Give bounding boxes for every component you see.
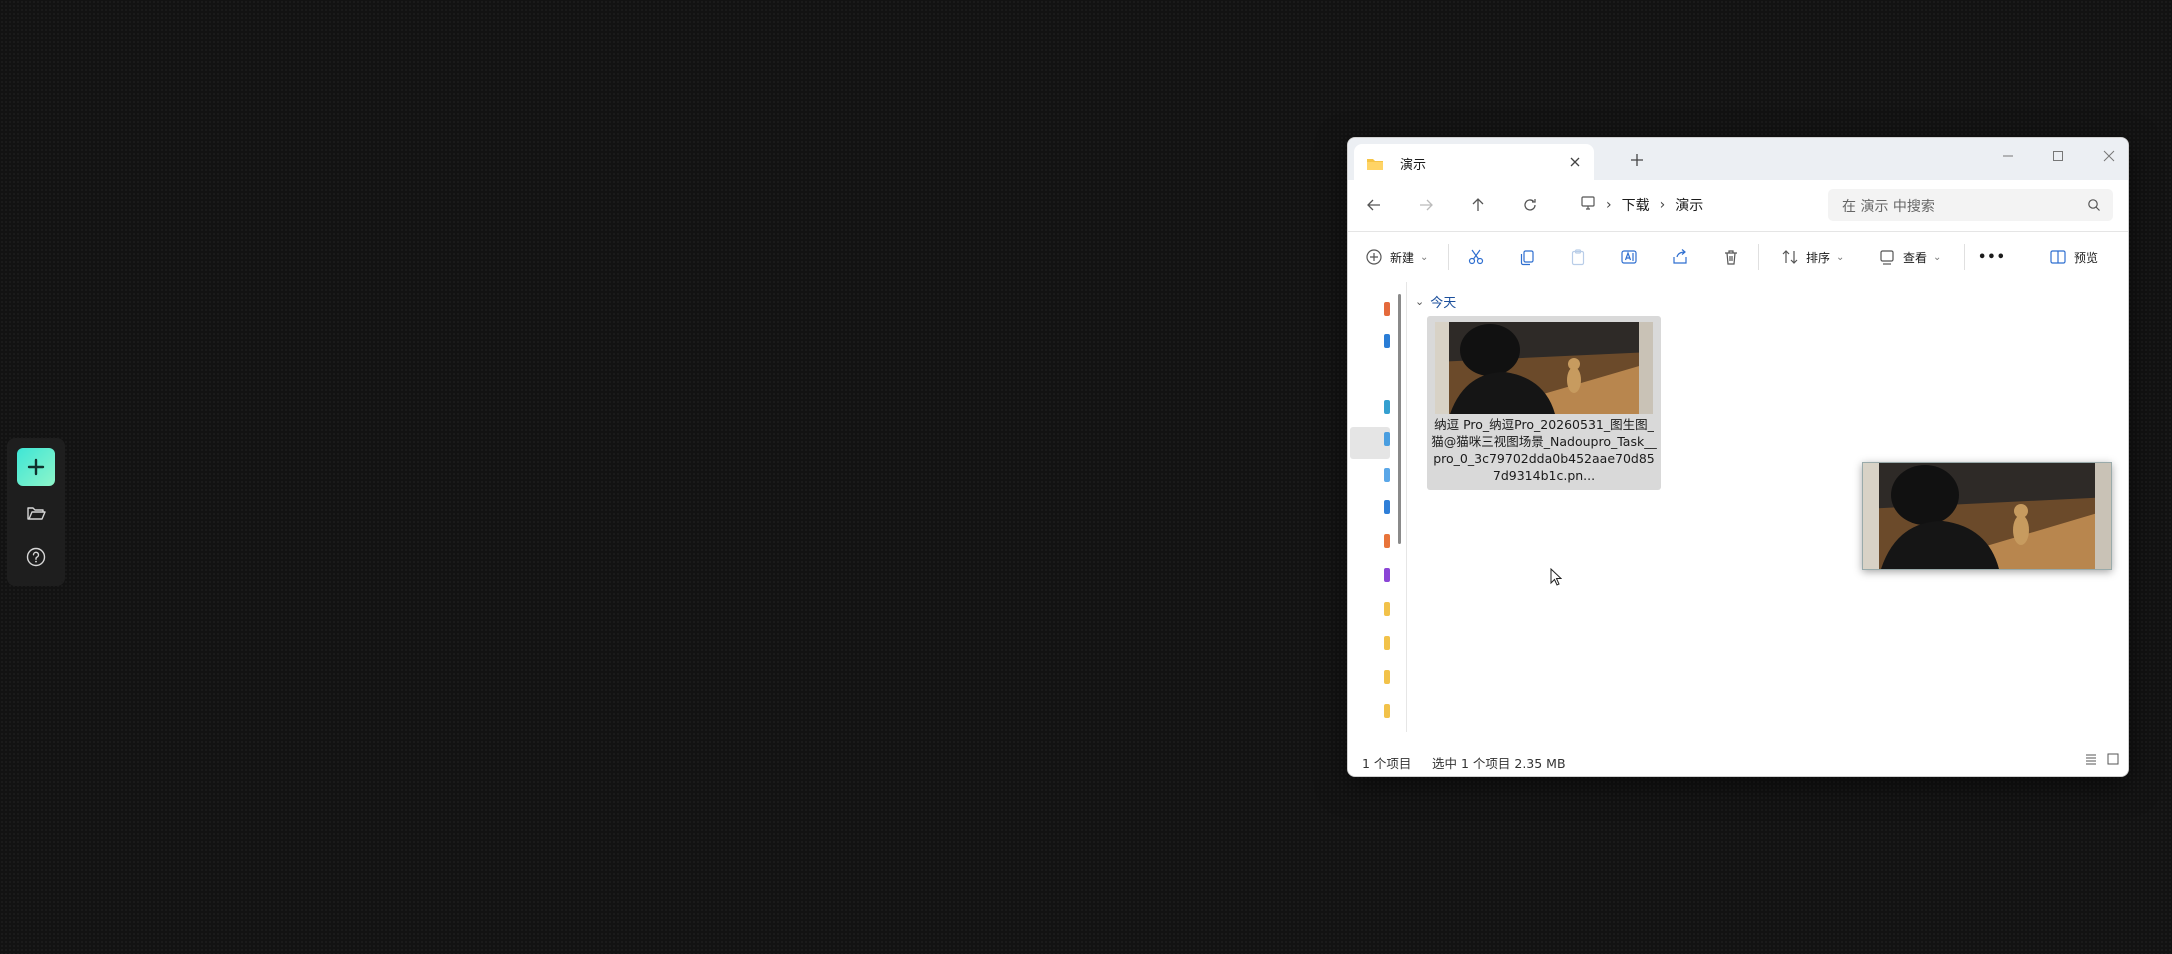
title-bar: 演示 — [1348, 138, 2128, 180]
pc-icon[interactable] — [1570, 195, 1606, 215]
list-view-icon — [2086, 754, 2096, 765]
sort-button[interactable]: 排序 ⌄ — [1780, 232, 1844, 282]
selection-info: 选中 1 个项目 2.35 MB — [1432, 756, 1566, 771]
help-button[interactable] — [17, 538, 55, 576]
folder-icon[interactable] — [1384, 704, 1390, 718]
new-tab-button[interactable] — [1630, 152, 1644, 171]
group-header-today[interactable]: ⌄ 今天 — [1415, 292, 1456, 311]
view-button[interactable]: 查看 ⌄ — [1877, 232, 1941, 282]
status-bar: 1 个项目 选中 1 个项目 2.35 MB — [1348, 744, 2128, 776]
chevron-down-icon: ⌄ — [1836, 251, 1845, 263]
arrow-left-icon — [1367, 199, 1380, 211]
help-circle-icon — [26, 547, 46, 567]
search-placeholder: 在 演示 中搜索 — [1842, 199, 1935, 215]
preview-label: 预览 — [2074, 250, 2099, 265]
preview-pane-icon — [2048, 247, 2068, 267]
share-button[interactable] — [1670, 232, 1690, 282]
large-icons-view-icon — [2107, 753, 2119, 765]
back-button[interactable] — [1362, 193, 1386, 217]
file-item[interactable]: 纳逗 Pro_纳逗Pro_20260531_图生图_猫@猫咪三视图场景_Nado… — [1427, 316, 1661, 490]
new-button[interactable] — [17, 448, 55, 486]
address-bar: › 下载 › 演示 在 演示 中搜索 — [1348, 180, 2128, 230]
divider — [1758, 244, 1759, 270]
copy-button[interactable] — [1517, 232, 1537, 282]
folder-open-icon — [27, 507, 46, 520]
folder-icon[interactable] — [1384, 636, 1390, 650]
chevron-down-icon: ⌄ — [1415, 295, 1425, 308]
maximize-icon — [2053, 151, 2063, 161]
arrow-up-icon — [1472, 198, 1484, 211]
rename-button[interactable] — [1619, 232, 1639, 282]
videos-icon[interactable] — [1384, 568, 1390, 582]
tiles-view-button[interactable] — [2106, 752, 2120, 769]
chevron-down-icon: ⌄ — [1420, 251, 1429, 263]
downloads-icon[interactable] — [1384, 432, 1390, 446]
chevron-down-icon: ⌄ — [1933, 251, 1942, 263]
close-tab-icon[interactable] — [1568, 154, 1582, 173]
divider — [1964, 244, 1965, 270]
view-label: 查看 — [1903, 250, 1928, 265]
more-options-button[interactable]: ••• — [1978, 232, 2006, 282]
copy-icon — [1517, 247, 1537, 267]
folder-icon — [1366, 156, 1384, 175]
file-name: 纳逗 Pro_纳逗Pro_20260531_图生图_猫@猫咪三视图场景_Nado… — [1431, 417, 1657, 483]
folder-icon[interactable] — [1384, 670, 1390, 684]
details-view-button[interactable] — [2084, 752, 2098, 769]
sort-label: 排序 — [1806, 250, 1831, 265]
search-input[interactable]: 在 演示 中搜索 — [1828, 189, 2113, 221]
divider — [1448, 244, 1449, 270]
home-icon[interactable] — [1384, 302, 1390, 316]
paste-button[interactable] — [1568, 232, 1588, 282]
maximize-button[interactable] — [2048, 146, 2068, 166]
more-label: ••• — [1978, 249, 2006, 265]
plus-icon — [27, 458, 45, 476]
rename-icon — [1619, 247, 1639, 267]
minimize-button[interactable] — [1998, 146, 2018, 166]
delete-button[interactable] — [1721, 232, 1741, 282]
file-explorer-window: 演示 › 下载 › 演示 在 演示 中搜索 新建 ⌄ 排序 ⌄ 查看 ⌄ •••… — [1347, 137, 2129, 777]
refresh-icon — [1524, 199, 1536, 211]
group-label: 今天 — [1430, 296, 1457, 311]
mouse-cursor-icon — [1550, 567, 1563, 590]
tab-title: 演示 — [1400, 158, 1427, 173]
breadcrumb-downloads[interactable]: 下载 — [1612, 195, 1660, 215]
scissors-icon — [1466, 247, 1486, 267]
new-menu-button[interactable]: 新建 ⌄ — [1364, 232, 1428, 282]
trash-icon — [1721, 247, 1741, 267]
open-folder-button[interactable] — [17, 494, 55, 532]
documents-icon[interactable] — [1384, 468, 1390, 482]
breadcrumb-demo[interactable]: 演示 — [1665, 195, 1713, 215]
item-count: 1 个项目 — [1362, 756, 1412, 771]
preview-pane-button[interactable]: 预览 — [2048, 232, 2098, 282]
view-icon — [1877, 247, 1897, 267]
paste-icon — [1568, 247, 1588, 267]
close-icon — [2103, 150, 2115, 162]
command-bar: 新建 ⌄ 排序 ⌄ 查看 ⌄ ••• 预览 — [1348, 231, 2128, 283]
up-button[interactable] — [1466, 193, 1490, 217]
drag-preview-image — [1862, 462, 2112, 570]
share-icon — [1670, 247, 1690, 267]
gallery-icon[interactable] — [1384, 334, 1390, 348]
plus-icon — [1631, 154, 1643, 166]
music-icon[interactable] — [1384, 534, 1390, 548]
add-circle-icon — [1364, 247, 1384, 267]
file-thumbnail — [1435, 322, 1653, 414]
cut-button[interactable] — [1466, 232, 1486, 282]
tab-demo[interactable]: 演示 — [1354, 144, 1594, 180]
search-icon[interactable] — [2087, 197, 2101, 216]
new-label: 新建 — [1390, 250, 1415, 265]
arrow-right-icon — [1420, 199, 1433, 211]
forward-button[interactable] — [1414, 193, 1438, 217]
nav-scrollbar[interactable] — [1398, 294, 1401, 544]
pictures-icon[interactable] — [1384, 500, 1390, 514]
breadcrumb: › 下载 › 演示 — [1570, 180, 1713, 230]
close-window-button[interactable] — [2099, 146, 2119, 166]
sort-icon — [1780, 247, 1800, 267]
minimize-icon — [2003, 155, 2013, 157]
floating-toolbar — [7, 438, 65, 586]
desktop-icon[interactable] — [1384, 400, 1390, 414]
refresh-button[interactable] — [1518, 193, 1542, 217]
folder-icon[interactable] — [1384, 602, 1390, 616]
navigation-pane[interactable] — [1348, 282, 1407, 732]
